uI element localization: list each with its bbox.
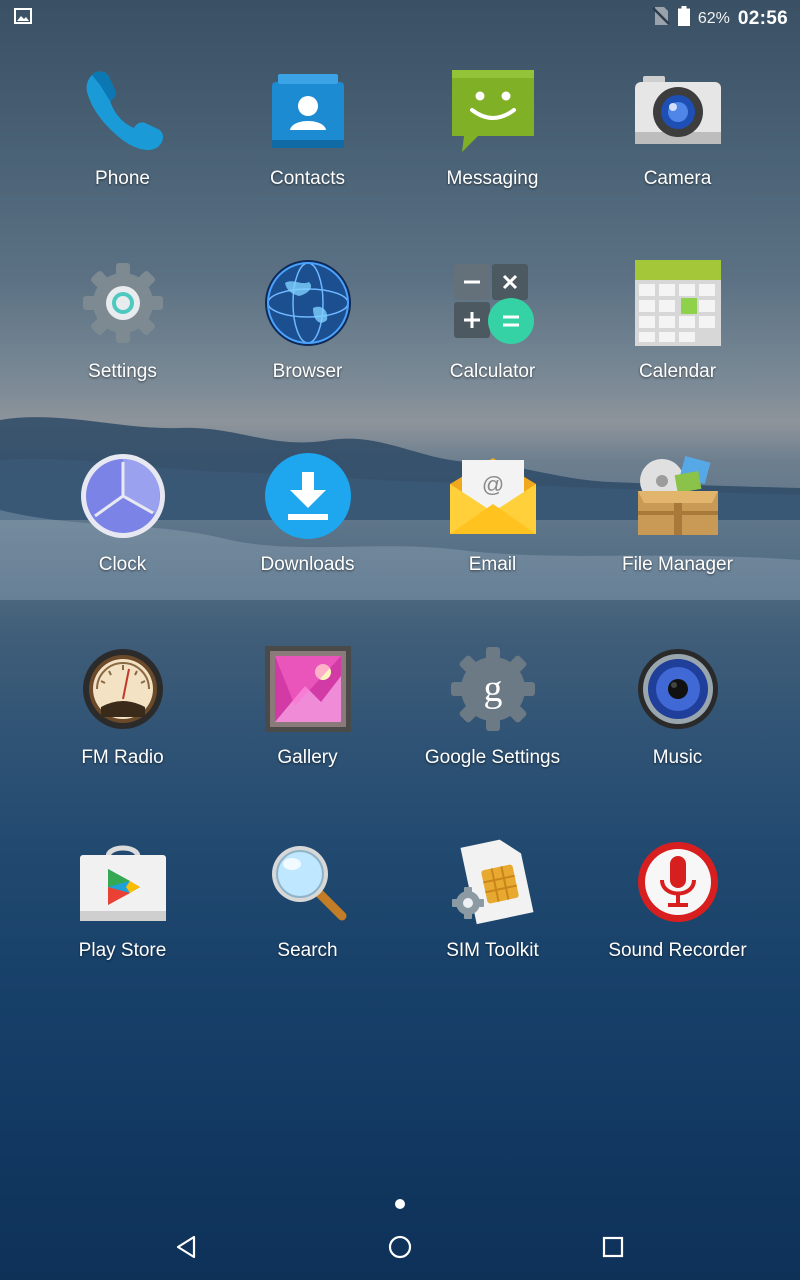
app-label: Browser [272,361,343,382]
navigation-bar [0,1215,800,1280]
app-label: FM Radio [81,747,164,768]
app-browser[interactable]: Browser [215,255,400,405]
camera-icon [630,62,726,158]
fm-radio-icon [75,641,171,737]
app-label: Email [468,554,517,575]
app-label: Phone [95,168,150,189]
app-label: Clock [98,554,147,575]
browser-icon [260,255,356,351]
music-icon [630,641,726,737]
email-icon: @ [445,448,541,544]
app-label: Google Settings [424,747,561,768]
phone-icon [75,62,171,158]
app-label: Settings [88,361,157,382]
back-icon [174,1234,200,1265]
page-indicator-dot [395,1199,405,1209]
play-store-icon [75,834,171,930]
app-sim-toolkit[interactable]: SIM Toolkit [400,834,585,984]
app-calendar[interactable]: Calendar [585,255,770,405]
gallery-icon [260,641,356,737]
app-label: Messaging [446,168,539,189]
app-email[interactable]: @ Email [400,448,585,598]
file-manager-icon [630,448,726,544]
svg-text:g: g [483,668,502,710]
app-label: Downloads [260,554,355,575]
home-button[interactable] [380,1231,420,1267]
contacts-icon [260,62,356,158]
app-label: SIM Toolkit [446,940,539,961]
back-button[interactable] [167,1231,207,1267]
app-sound-recorder[interactable]: Sound Recorder [585,834,770,984]
app-clock[interactable]: Clock [30,448,215,598]
status-bar: 62% 02:56 [0,0,800,34]
app-contacts[interactable]: Contacts [215,62,400,212]
sim-toolkit-icon [445,834,541,930]
no-sim-icon [651,6,670,31]
app-label: Search [277,940,338,961]
app-label: Gallery [277,747,338,768]
app-label: Calendar [638,361,717,382]
clock-icon [75,448,171,544]
search-icon [260,834,356,930]
app-label: Play Store [78,940,167,961]
app-google-settings[interactable]: g Google Settings [400,641,585,791]
image-notification-icon [14,8,32,29]
calendar-icon [630,255,726,351]
app-label: Camera [643,168,712,189]
app-camera[interactable]: Camera [585,62,770,212]
app-label: File Manager [622,554,733,575]
app-file-manager[interactable]: File Manager [585,448,770,598]
recents-button[interactable] [593,1231,633,1267]
app-label: Music [652,747,703,768]
svg-text:@: @ [481,472,503,497]
app-label: Sound Recorder [608,940,747,961]
app-phone[interactable]: Phone [30,62,215,212]
app-play-store[interactable]: Play Store [30,834,215,984]
app-downloads[interactable]: Downloads [215,448,400,598]
battery-percentage: 62% [697,9,730,27]
calculator-icon [445,255,541,351]
status-clock: 02:56 [737,7,788,29]
settings-icon [75,255,171,351]
google-settings-icon: g [445,641,541,737]
app-calculator[interactable]: Calculator [400,255,585,405]
sound-recorder-icon [630,834,726,930]
app-settings[interactable]: Settings [30,255,215,405]
app-gallery[interactable]: Gallery [215,641,400,791]
app-label: Contacts [270,168,345,189]
messaging-icon [445,62,541,158]
app-label: Calculator [449,361,536,382]
app-music[interactable]: Music [585,641,770,791]
battery-icon [677,6,690,31]
downloads-icon [260,448,356,544]
home-icon [387,1234,413,1265]
app-search[interactable]: Search [215,834,400,984]
recents-icon [601,1235,625,1264]
app-messaging[interactable]: Messaging [400,62,585,212]
app-fm-radio[interactable]: FM Radio [30,641,215,791]
